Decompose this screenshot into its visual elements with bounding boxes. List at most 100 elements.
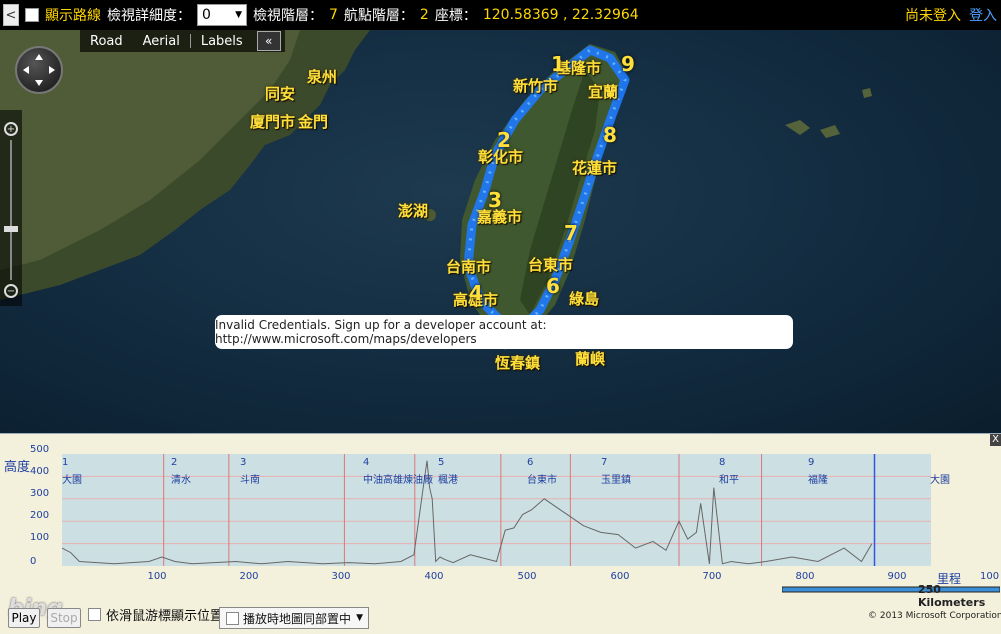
detail-label: 檢視詳細度： xyxy=(107,8,191,24)
chart-waypoint-number: 1 xyxy=(62,457,69,468)
place-label: 宜蘭 xyxy=(588,83,619,101)
zoom-thumb[interactable] xyxy=(4,226,18,232)
map-type-bar: Road Aerial Labels « xyxy=(80,30,285,52)
map-view[interactable]: Road Aerial Labels « + − 泉州 同安 廈門市 金門 澎湖… xyxy=(0,30,1001,433)
x-tick: 100 xyxy=(980,571,1000,582)
sync-center-label: 播放時地圖同部置中 xyxy=(243,611,352,626)
waypoint-level-value: 2 xyxy=(419,7,429,23)
chart-waypoint-number: 9 xyxy=(808,457,815,468)
compass-icon xyxy=(23,54,55,86)
y-axis-title: 高度 xyxy=(4,460,31,475)
stop-button[interactable]: Stop xyxy=(47,608,81,628)
chart-waypoint-name: 楓港 xyxy=(438,475,458,486)
zoom-track[interactable] xyxy=(10,140,12,280)
y-tick: 200 xyxy=(30,510,50,521)
follow-cursor-checkbox[interactable] xyxy=(88,608,101,621)
chart-waypoint-name: 大園 xyxy=(930,475,950,486)
chart-waypoint-number: 3 xyxy=(240,457,247,468)
zoom-out-icon[interactable]: − xyxy=(4,284,18,298)
place-label: 花蓮市 xyxy=(572,159,618,177)
waypoint-marker[interactable]: 9 xyxy=(621,52,635,76)
y-tick: 100 xyxy=(30,532,50,543)
sign-in-link[interactable]: 登入 xyxy=(969,5,997,25)
place-label: 泉州 xyxy=(307,68,338,86)
place-label: 金門 xyxy=(298,113,329,131)
chart-waypoint-number: 8 xyxy=(719,457,726,468)
chart-waypoint-name: 台東市 xyxy=(527,475,557,486)
chart-waypoint-name: 大園 xyxy=(62,475,82,486)
view-level-label: 檢視階層： xyxy=(253,8,323,24)
sync-center-dropdown[interactable]: 播放時地圖同部置中 ▼ xyxy=(219,607,369,629)
waypoint-marker[interactable]: 1 xyxy=(551,52,565,76)
chevron-down-icon: ▼ xyxy=(356,613,363,623)
copyright: © 2013 Microsoft Corporation xyxy=(868,611,1001,621)
waypoint-marker[interactable]: 7 xyxy=(564,221,578,245)
y-tick: 0 xyxy=(30,556,37,567)
chart-waypoint-name: 玉里鎮 xyxy=(601,475,631,486)
chart-waypoint-name: 斗南 xyxy=(240,475,260,486)
play-button[interactable]: Play xyxy=(8,608,40,628)
chart-waypoint-name: 福隆 xyxy=(808,475,828,486)
coords-label: 座標： xyxy=(434,8,477,24)
x-tick: 400 xyxy=(424,571,444,582)
collapse-button[interactable]: « xyxy=(256,31,281,51)
scale-label: 250 Kilometers xyxy=(918,583,986,609)
chevron-down-icon: ▼ xyxy=(235,10,242,20)
map-type-labels[interactable]: Labels xyxy=(191,34,253,49)
close-button[interactable]: X xyxy=(990,434,1001,446)
place-label: 澎湖 xyxy=(398,202,429,220)
follow-cursor-label: 依滑鼠游標顯示位置 xyxy=(106,609,224,624)
y-tick: 400 xyxy=(30,466,50,477)
x-tick: 500 xyxy=(517,571,537,582)
place-label: 恆春鎮 xyxy=(495,354,541,372)
waypoint-marker[interactable]: 6 xyxy=(546,274,560,298)
sync-center-checkbox[interactable] xyxy=(226,611,239,625)
chart-waypoint-number: 7 xyxy=(601,457,608,468)
detail-level-select[interactable]: 0 ▼ xyxy=(197,4,247,26)
back-button[interactable]: < xyxy=(3,4,19,26)
show-route-label: 顯示路線 xyxy=(45,8,101,24)
waypoint-marker[interactable]: 2 xyxy=(497,128,511,152)
coords-value: 120.58369 , 22.32964 xyxy=(482,7,639,23)
y-tick: 500 xyxy=(30,444,50,455)
waypoint-marker[interactable]: 4 xyxy=(469,281,483,305)
error-message: Invalid Credentials. Sign up for a devel… xyxy=(215,315,793,349)
x-tick: 200 xyxy=(239,571,259,582)
place-label: 蘭嶼 xyxy=(575,350,606,368)
y-tick: 300 xyxy=(30,488,50,499)
show-route-checkbox[interactable] xyxy=(25,8,39,22)
x-tick: 100 xyxy=(147,571,167,582)
place-label: 同安 xyxy=(265,85,296,103)
waypoint-level-label: 航點階層： xyxy=(343,8,414,24)
place-label: 台南市 xyxy=(446,258,492,276)
view-level-value: 7 xyxy=(329,7,338,23)
place-label: 廈門市 xyxy=(250,113,296,131)
waypoint-marker[interactable]: 8 xyxy=(603,123,617,147)
chart-waypoint-number: 6 xyxy=(527,457,534,468)
x-tick: 800 xyxy=(795,571,815,582)
follow-cursor-option[interactable]: 依滑鼠游標顯示位置 xyxy=(88,605,223,624)
chart-waypoint-number: 5 xyxy=(438,457,445,468)
chart-waypoint-name: 和平 xyxy=(719,475,739,486)
chart-waypoint-number: 2 xyxy=(171,457,178,468)
chart-waypoint-number: 4 xyxy=(363,457,370,468)
place-label: 新竹市 xyxy=(513,77,559,95)
chart-waypoint-name: 清水 xyxy=(171,475,191,486)
pan-control[interactable] xyxy=(15,46,63,94)
map-type-road[interactable]: Road xyxy=(80,34,133,49)
waypoint-marker[interactable]: 3 xyxy=(488,188,502,212)
x-tick: 300 xyxy=(331,571,351,582)
chart-canvas xyxy=(61,454,931,566)
login-status: 尚未登入 xyxy=(905,8,961,24)
zoom-in-icon[interactable]: + xyxy=(4,122,18,136)
zoom-control: + − xyxy=(0,110,22,306)
place-label: 台東市 xyxy=(528,256,574,274)
x-tick: 900 xyxy=(887,571,907,582)
map-type-aerial[interactable]: Aerial xyxy=(133,34,190,49)
top-toolbar: < 顯示路線 檢視詳細度： 0 ▼ 檢視階層： 7 航點階層： 2 座標： 12… xyxy=(0,0,1001,30)
x-tick: 700 xyxy=(702,571,722,582)
elevation-panel: X 高度 500 400 300 200 100 0 100 200 300 4… xyxy=(0,433,1001,634)
chart-waypoint-name: 中油高雄煉油廠 xyxy=(363,475,433,486)
place-label: 綠島 xyxy=(569,290,600,308)
elevation-chart[interactable] xyxy=(61,454,931,566)
